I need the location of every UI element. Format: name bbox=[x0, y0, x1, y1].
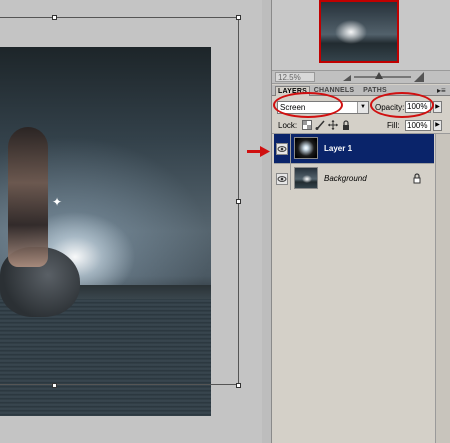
layer-name: Background bbox=[324, 174, 367, 183]
navigator-preview-area bbox=[272, 0, 450, 70]
layer-name: Layer 1 bbox=[324, 144, 353, 153]
transform-handle-bottom-right[interactable] bbox=[236, 383, 241, 388]
lock-label: Lock: bbox=[278, 121, 298, 130]
blend-opacity-row: Screen ▼ Opacity: 100% ▶ bbox=[272, 96, 450, 116]
transform-handle-bottom[interactable] bbox=[52, 383, 57, 388]
transform-handle-top[interactable] bbox=[52, 15, 57, 20]
transform-bounding-box[interactable] bbox=[0, 17, 239, 385]
brush-icon[interactable] bbox=[315, 120, 325, 130]
chevron-down-icon[interactable]: ▼ bbox=[357, 102, 368, 113]
zoom-out-icon[interactable] bbox=[343, 73, 351, 81]
zoom-slider-knob[interactable] bbox=[375, 72, 383, 79]
lock-icon bbox=[413, 173, 421, 184]
opacity-label: Opacity: bbox=[375, 103, 405, 112]
layers-panel: 12.5% LAYERS CHANNELS PATHS ▸≡ Screen ▼ … bbox=[271, 0, 450, 443]
eye-icon[interactable] bbox=[276, 143, 288, 155]
opacity-slider-button[interactable]: ▶ bbox=[433, 101, 442, 113]
tab-layers[interactable]: LAYERS bbox=[275, 86, 310, 96]
eye-icon[interactable] bbox=[276, 173, 288, 185]
zoom-field[interactable]: 12.5% bbox=[275, 72, 315, 82]
blend-mode-select[interactable]: Screen ▼ bbox=[277, 101, 369, 114]
navigator-zoom-bar: 12.5% bbox=[272, 70, 450, 84]
fill-label: Fill: bbox=[387, 121, 400, 130]
layers-list-empty-area bbox=[272, 190, 434, 443]
move-icon[interactable] bbox=[328, 120, 338, 130]
lock-transparency-icon[interactable] bbox=[302, 120, 312, 130]
layer-thumbnail bbox=[294, 167, 318, 189]
tab-paths[interactable]: PATHS bbox=[360, 86, 390, 96]
layer-thumbnail bbox=[294, 137, 318, 159]
zoom-in-icon[interactable] bbox=[414, 72, 424, 82]
fill-field[interactable]: 100% bbox=[405, 120, 431, 131]
navigator-thumbnail[interactable] bbox=[319, 0, 399, 63]
panel-menu-icon[interactable]: ▸≡ bbox=[437, 86, 447, 95]
red-arrow-icon bbox=[247, 146, 270, 157]
panel-tabs: LAYERS CHANNELS PATHS ▸≡ bbox=[272, 85, 450, 96]
document-canvas[interactable]: ✦ bbox=[0, 0, 262, 443]
fill-slider-button[interactable]: ▶ bbox=[433, 120, 442, 131]
layer-row-layer-1[interactable]: Layer 1 bbox=[274, 134, 434, 164]
layers-scrollbar[interactable] bbox=[435, 134, 450, 443]
opacity-field[interactable]: 100% bbox=[405, 101, 431, 113]
tab-channels[interactable]: CHANNELS bbox=[312, 86, 356, 96]
lock-all-icon[interactable] bbox=[341, 120, 351, 130]
transform-handle-top-right[interactable] bbox=[236, 15, 241, 20]
transform-handle-right[interactable] bbox=[236, 199, 241, 204]
blend-mode-value: Screen bbox=[280, 103, 306, 112]
lock-fill-row: Lock: Fill: 100% ▶ bbox=[272, 117, 450, 134]
